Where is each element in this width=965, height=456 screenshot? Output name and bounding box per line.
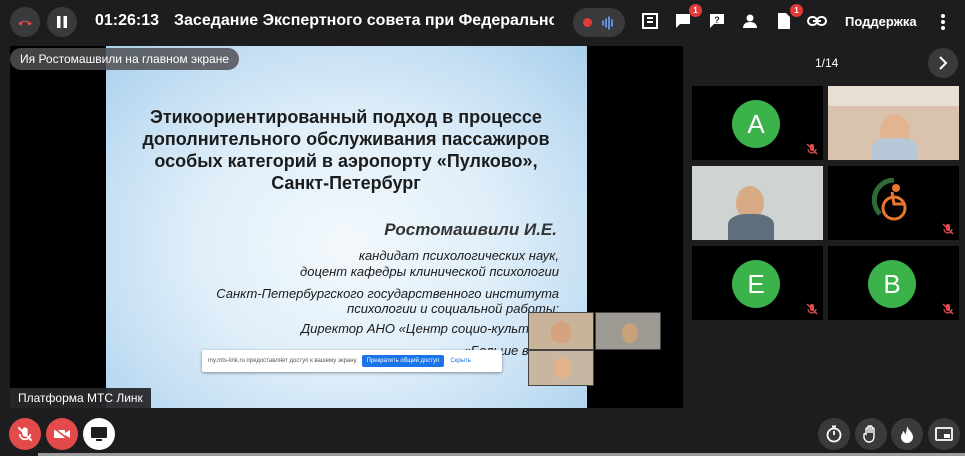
mic-off-icon [806,303,818,315]
kebab-icon [941,14,945,30]
chat-badge: 1 [689,4,702,17]
platform-label: Платформа МТС Линк [10,388,151,408]
mic-off-icon [17,426,33,442]
chat-icon [676,14,690,28]
poll-icon [642,13,658,29]
screen-share-icon [91,427,107,441]
file-icon [778,13,790,29]
session-title: Заседание Экспертного совета при Федерал… [174,12,554,29]
mic-off-icon [942,303,954,315]
person-body [872,138,918,160]
slide-line: доцент кафедры клинической психологии [300,264,559,279]
question-icon: ? [710,14,724,28]
layout-icon [935,427,953,441]
presenter-label: Ия Ростомашвили на главном экране [10,48,240,70]
link-icon [807,16,827,26]
slide-author: Ростомашвили И.Е. [384,220,557,239]
layout-button[interactable] [928,418,960,450]
avatar: В [868,260,916,308]
top-bar: 01:26:13 Заседание Экспертного совета пр… [0,0,965,44]
stop-sharing-button[interactable]: Прекратить общий доступ [361,355,445,367]
main-stage: Этикоориентированный подход в процессе д… [10,46,683,408]
share-notice-text: my.mts-link.ru предоставляет доступ к ва… [208,358,358,364]
timer-icon [826,425,842,443]
next-page-button[interactable] [928,48,958,78]
pause-icon [57,16,67,28]
avatar: Е [732,260,780,308]
avatar: А [732,100,780,148]
questions-button[interactable]: ? [706,10,728,32]
person-silhouette [622,323,638,343]
pause-button[interactable] [47,7,77,37]
organization-logo-icon [872,178,907,221]
poll-button[interactable] [639,10,661,32]
people-icon [743,14,757,28]
camera-toggle-button[interactable] [46,418,78,450]
raise-hand-icon [863,425,875,443]
files-button[interactable]: 1 [773,4,803,32]
participant-tile[interactable] [828,166,959,240]
recording-dot-icon [583,18,593,27]
hide-link[interactable]: Скрыть [450,358,470,364]
end-call-icon [18,20,32,26]
slide-line: Санкт-Петербургского государственного ин… [216,286,559,301]
screen-share-notice: my.mts-link.ru предоставляет доступ к ва… [202,350,502,372]
person-silhouette [551,321,571,343]
mini-video-thumbnail [528,350,594,386]
chevron-right-icon [939,56,948,70]
session-timer: 01:26:13 [95,12,160,29]
mini-video-thumbnail [595,312,661,350]
slide-title: Этикоориентированный подход в процессе д… [142,107,550,193]
mic-off-icon [942,223,954,235]
reaction-fire-icon [901,426,913,443]
participant-tile[interactable]: А [692,86,823,160]
participant-tile[interactable] [692,166,823,240]
svg-text:?: ? [714,15,720,25]
screen-share-button[interactable] [83,418,115,450]
reactions-button[interactable] [891,418,923,450]
camera-off-icon [53,427,70,441]
slide-line: кандидат психологических наук, [358,248,559,263]
participant-pager: 1/14 [815,56,839,70]
raise-hand-button[interactable] [855,418,887,450]
person-silhouette [553,357,571,379]
timer-button[interactable] [818,418,850,450]
mini-video-thumbnail [528,312,594,350]
mic-off-icon [806,143,818,155]
microphone-toggle-button[interactable] [9,418,41,450]
recording-indicator[interactable] [573,8,625,37]
person-body [728,214,774,240]
bottom-toolbar [0,412,965,456]
participant-tile[interactable] [828,86,959,160]
chat-button[interactable]: 1 [672,4,702,32]
files-badge: 1 [790,4,803,17]
more-options-button[interactable] [937,12,949,32]
participants-button[interactable] [739,10,761,32]
audio-wave-icon [601,15,613,30]
participant-tile[interactable]: Е [692,246,823,320]
support-link[interactable]: Поддержка [845,14,917,29]
participant-tile[interactable]: В [828,246,959,320]
end-call-button[interactable] [10,7,40,37]
video-background [828,86,959,106]
copy-link-button[interactable] [806,10,828,32]
